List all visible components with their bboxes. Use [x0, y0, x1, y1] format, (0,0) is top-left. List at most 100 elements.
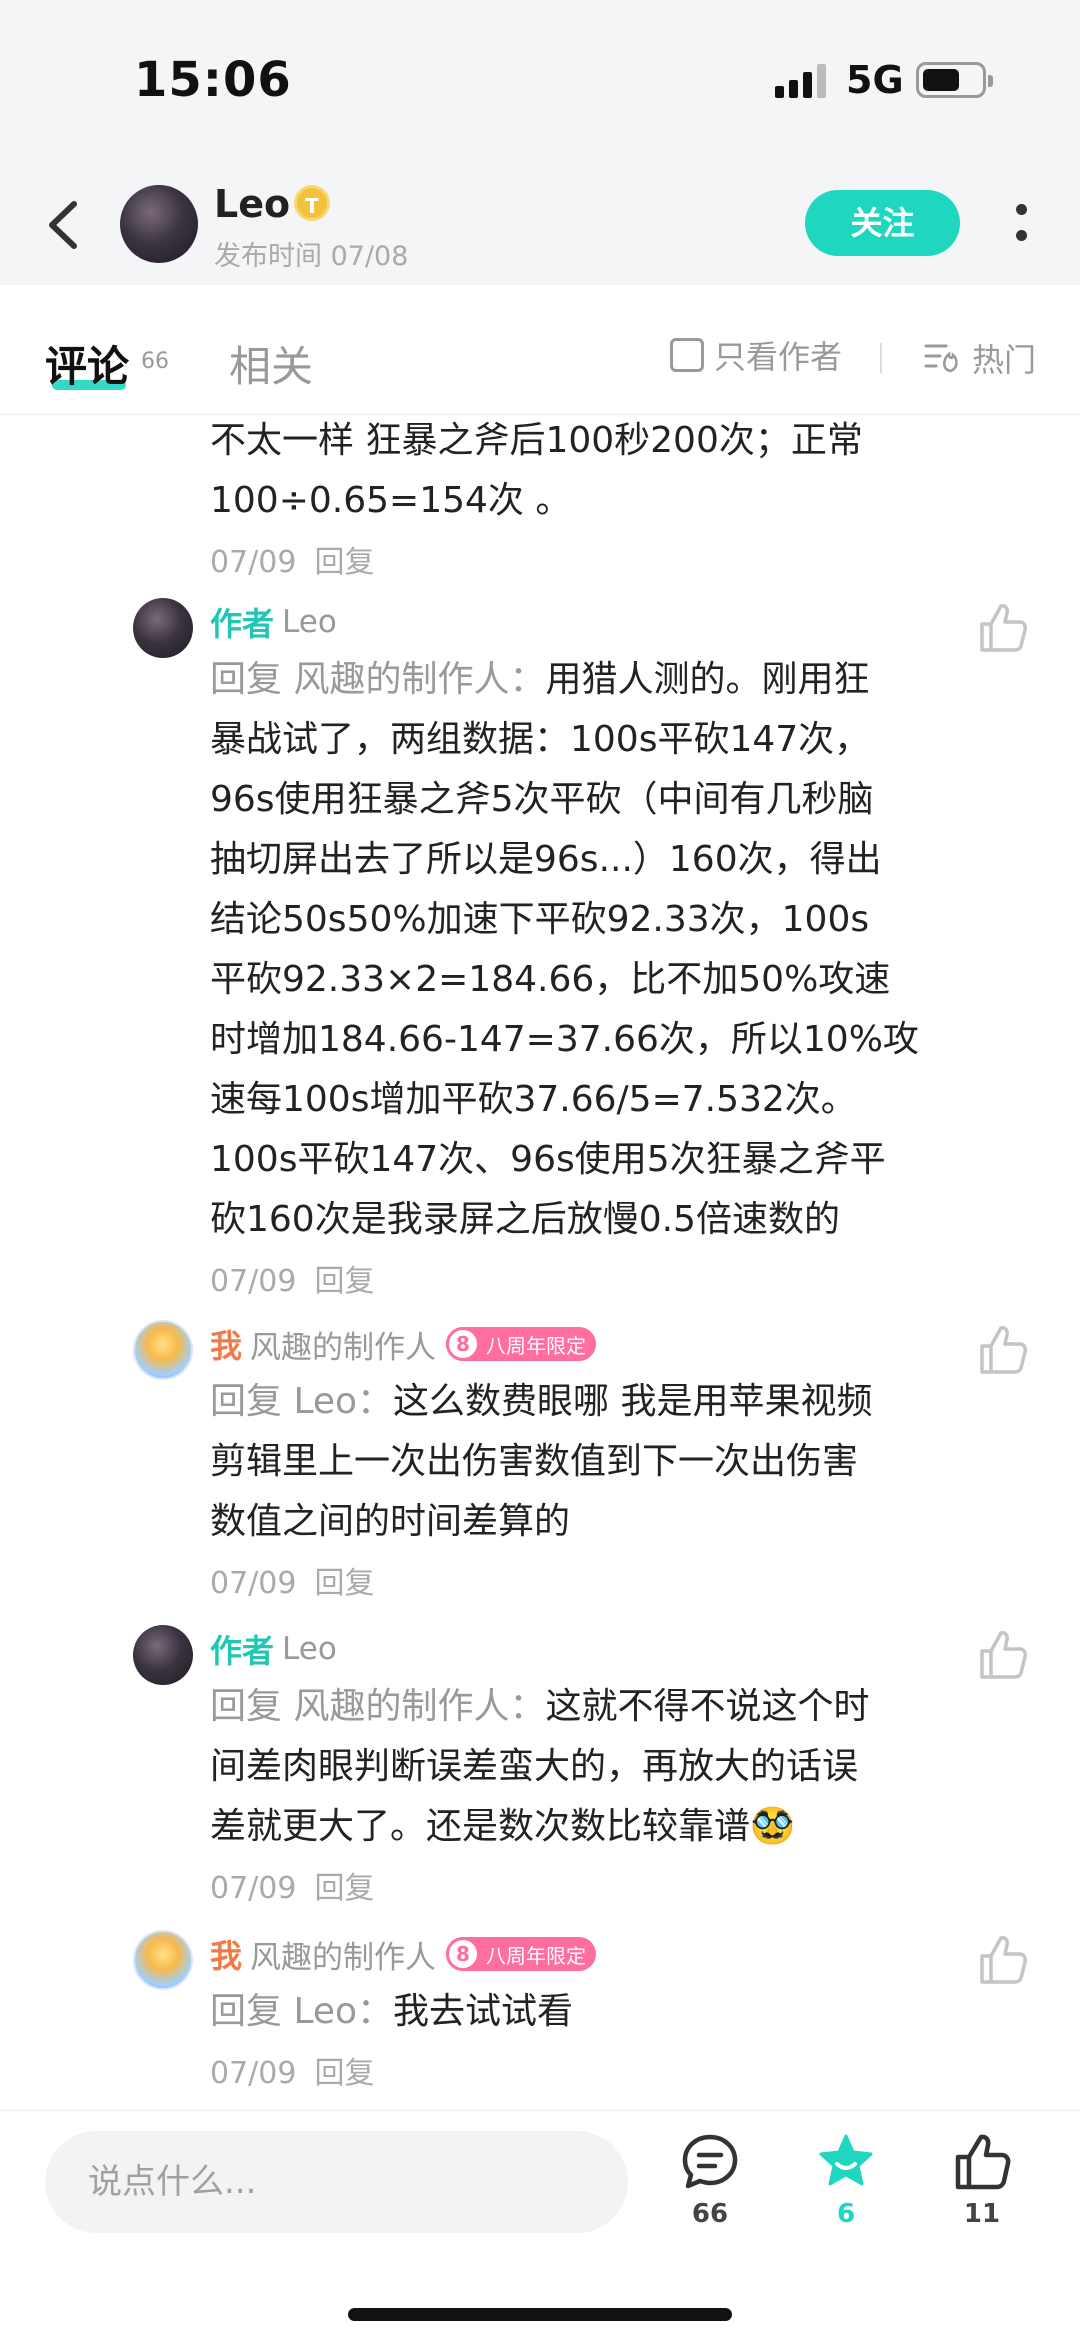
comment-body: 不太一样 狂暴之斧后100秒200次；正常 100÷0.65=154次 。 07…: [210, 415, 960, 581]
comment-username[interactable]: 风趣的制作人: [250, 1322, 436, 1367]
comment-meta: 07/09 回复: [210, 1558, 960, 1602]
bottom-action-bar: 66 6 11: [0, 2110, 1080, 2341]
reply-button[interactable]: 回复: [314, 1566, 374, 1601]
comment-author-row: 我 风趣的制作人 8 八周年限定: [210, 1322, 597, 1367]
tab-related[interactable]: 相关: [229, 333, 313, 394]
thumbs-up-icon: [980, 1326, 1027, 1374]
battery-icon: [916, 62, 993, 98]
back-button[interactable]: [40, 190, 90, 260]
sort-hot-button[interactable]: 热门: [924, 335, 1036, 381]
thumbs-up-icon: [980, 1936, 1027, 1984]
comment-text-line: 回复 风趣的制作人：这就不得不说这个时: [210, 1686, 870, 1727]
tabs-divider: [880, 343, 882, 373]
author-only-toggle[interactable]: 只看作者: [670, 335, 843, 376]
follow-button[interactable]: 关注: [805, 190, 960, 256]
comment-text-line: 砍160次是我录屏之后放慢0.5倍速数的: [210, 1199, 840, 1240]
thumbs-up-icon: [980, 1631, 1027, 1679]
comment-meta: 07/09 回复: [210, 1863, 960, 1907]
comment-username[interactable]: Leo: [282, 604, 337, 640]
like-button[interactable]: [974, 1322, 1030, 1378]
comment-body: 回复 风趣的制作人：用猎人测的。刚用狂 暴战试了，两组数据：100s平砍147次…: [210, 650, 960, 1300]
comment-date: 07/09: [210, 1264, 297, 1299]
comment-text-line: 不太一样 狂暴之斧后100秒200次；正常: [210, 420, 863, 461]
badge-number: 8: [446, 1937, 481, 1971]
comment-text-line: 剪辑里上一次出伤害数值到下一次出伤害: [210, 1441, 859, 1482]
tab-comments-count: 66: [141, 349, 169, 374]
avatar[interactable]: [133, 1625, 193, 1685]
comment-text-line: 暴战试了，两组数据：100s平砍147次，: [210, 719, 871, 760]
comment-author-row: 作者 Leo: [210, 1627, 337, 1671]
comment-text-line: 96s使用狂暴之斧5次平砍（中间有几秒脑: [210, 779, 874, 820]
signal-icon: [775, 64, 827, 98]
comment-date: 07/09: [210, 1871, 297, 1906]
comment-meta: 07/09 回复: [210, 2048, 960, 2092]
comment-author-row: 作者 Leo: [210, 600, 337, 644]
comment-text-line: 100÷0.65=154次 。: [210, 480, 572, 521]
comment-text-line: 回复 Leo：这么数费眼哪 我是用苹果视频: [210, 1381, 873, 1422]
author-role-tag: 作者: [210, 1632, 275, 1670]
status-bar: 15:06 5G: [0, 0, 1080, 160]
reply-prefix: 回复 Leo：: [210, 1381, 394, 1422]
like-button[interactable]: [974, 1932, 1030, 1988]
home-indicator: [348, 2308, 732, 2321]
like-button[interactable]: [974, 1627, 1030, 1683]
status-time: 15:06: [134, 52, 292, 108]
post-header: Leo T 发布时间 07/08 关注: [0, 160, 1080, 285]
reply-button[interactable]: 回复: [314, 1264, 374, 1299]
avatar[interactable]: [133, 1320, 193, 1380]
author-role-tag: 作者: [210, 605, 275, 643]
anniversary-badge: 8 八周年限定: [446, 1937, 597, 1971]
comment-meta: 07/09 回复: [210, 537, 960, 581]
more-icon[interactable]: [1012, 198, 1032, 248]
comment-date: 07/09: [210, 1566, 297, 1601]
comment-username[interactable]: Leo: [282, 1631, 337, 1667]
reply-prefix: 回复 Leo：: [210, 1991, 394, 2032]
favorite-count: 6: [836, 2199, 856, 2229]
hot-sort-icon: [924, 344, 958, 373]
comment-text-line: 100s平砍147次、96s使用5次狂暴之斧平: [210, 1139, 886, 1180]
comment-text-line: 速每100s增加平砍37.66/5=7.532次。: [210, 1079, 857, 1120]
author-avatar[interactable]: [120, 185, 198, 263]
like-button[interactable]: [974, 600, 1030, 656]
reply-prefix: 回复 风趣的制作人：: [210, 659, 546, 700]
comment-date: 07/09: [210, 2056, 297, 2091]
anniversary-badge: 8 八周年限定: [446, 1327, 597, 1361]
reply-button[interactable]: 回复: [314, 2056, 374, 2091]
network-type: 5G: [846, 58, 904, 102]
comment-icon: [682, 2134, 738, 2189]
star-icon: [819, 2134, 873, 2186]
badge-label: 八周年限定: [486, 1333, 587, 1358]
comment-list: 不太一样 狂暴之斧后100秒200次；正常 100÷0.65=154次 。 07…: [0, 415, 1080, 2110]
me-role-tag: 我: [210, 1327, 243, 1365]
comment-text-line: 平砍92.33×2=184.66，比不加50%攻速: [210, 959, 891, 1000]
favorite-button[interactable]: 6: [801, 2131, 891, 2229]
author-only-label: 只看作者: [714, 338, 843, 376]
comment-input[interactable]: [45, 2131, 628, 2233]
checkbox-icon[interactable]: [670, 338, 704, 372]
comment-text-line: 回复 风趣的制作人：用猎人测的。刚用狂: [210, 659, 870, 700]
comment-button[interactable]: 66: [665, 2131, 755, 2229]
comment-text-line: 回复 Leo：我去试试看: [210, 1991, 574, 2032]
avatar[interactable]: [133, 598, 193, 658]
avatar[interactable]: [133, 1930, 193, 1990]
reply-button[interactable]: 回复: [314, 545, 374, 580]
sort-hot-label: 热门: [972, 341, 1037, 379]
tab-comments[interactable]: 评论: [45, 333, 129, 394]
author-name[interactable]: Leo: [214, 182, 290, 226]
comment-date: 07/09: [210, 545, 297, 580]
reply-button[interactable]: 回复: [314, 1871, 374, 1906]
comment-text-line: 抽切屏出去了所以是96s...）160次，得出: [210, 839, 882, 880]
badge-number: 8: [446, 1327, 481, 1361]
coin-badge-icon: T: [294, 185, 330, 221]
like-post-button[interactable]: 11: [937, 2131, 1027, 2229]
comment-text-line: 时增加184.66-147=37.66次，所以10%攻: [210, 1019, 919, 1060]
comment-body: 回复 Leo：我去试试看 07/09 回复: [210, 1982, 960, 2092]
reply-prefix: 回复 风趣的制作人：: [210, 1686, 546, 1727]
comment-tabs: 评论 66 相关 只看作者 热门: [0, 285, 1080, 415]
comment-text-line: 差就更大了。还是数次数比较靠谱🥸: [210, 1806, 795, 1847]
comment-text-line: 间差肉眼判断误差蛮大的，再放大的话误: [210, 1746, 859, 1787]
comment-username[interactable]: 风趣的制作人: [250, 1932, 436, 1977]
comment-body: 回复 Leo：这么数费眼哪 我是用苹果视频 剪辑里上一次出伤害数值到下一次出伤害…: [210, 1372, 960, 1602]
like-count: 11: [963, 2199, 1001, 2229]
comment-text-line: 结论50s50%加速下平砍92.33次，100s: [210, 899, 870, 940]
